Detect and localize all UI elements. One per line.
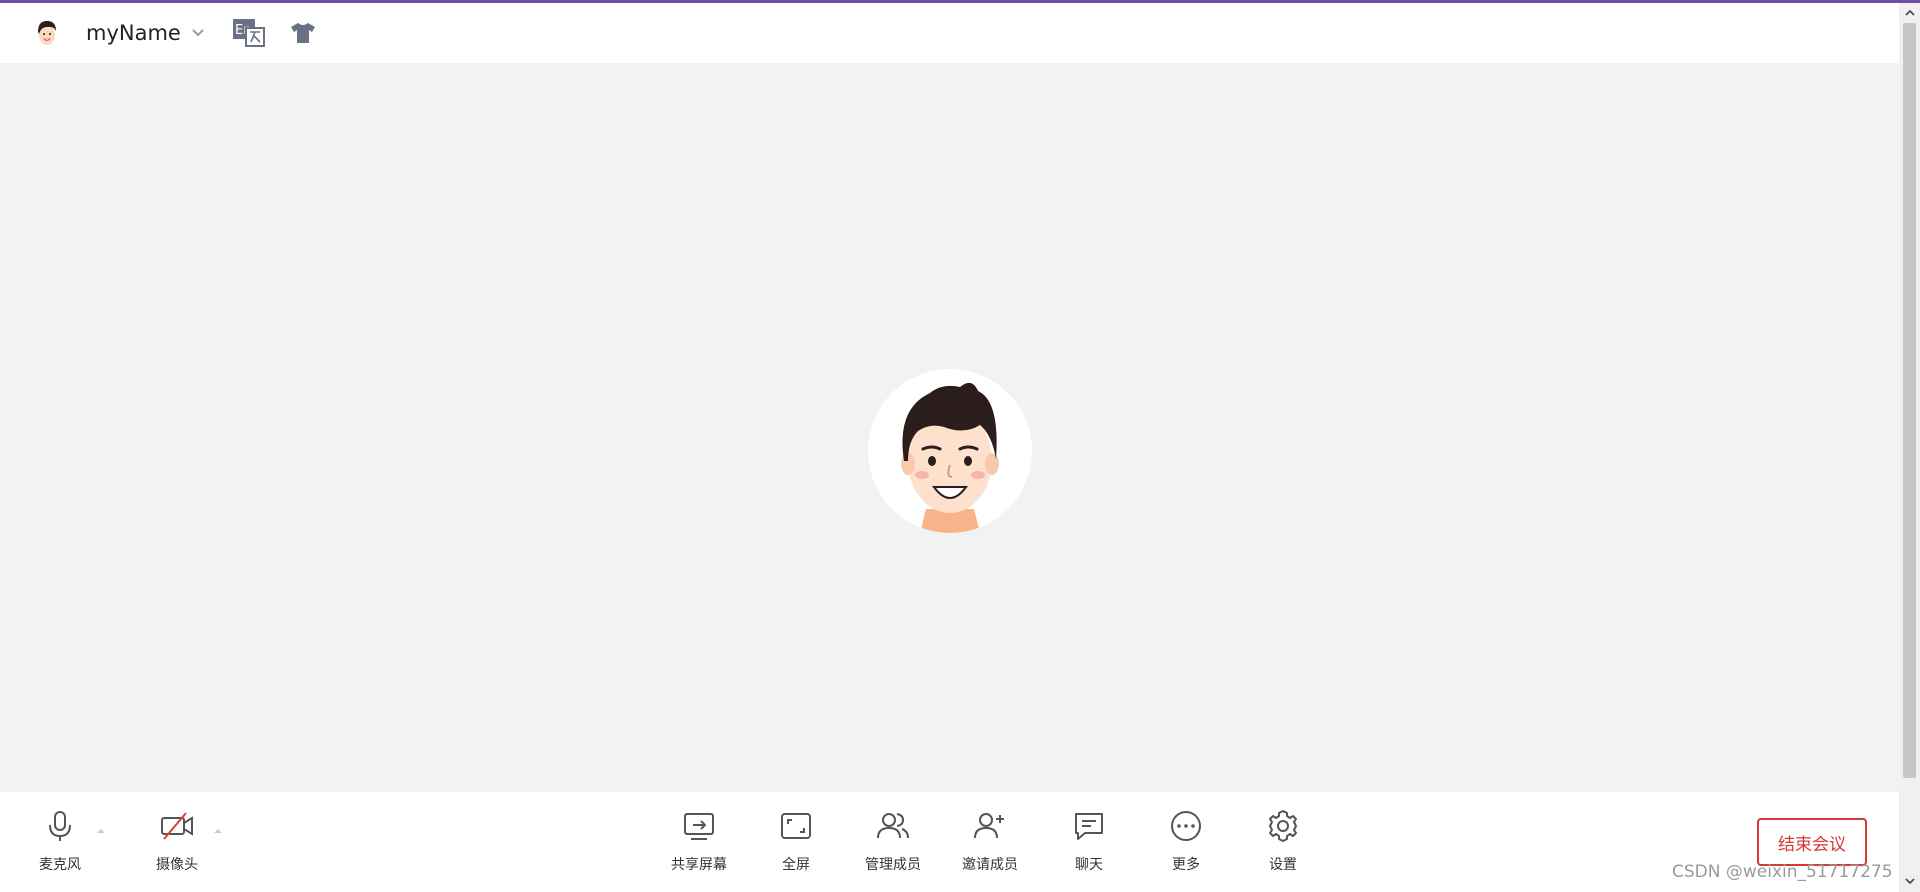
username-label: myName — [86, 21, 181, 45]
manage-members-button[interactable]: 管理成员 — [853, 808, 933, 874]
language-toggle[interactable]: En — [231, 15, 267, 51]
participant-avatar — [868, 369, 1032, 533]
camera-label: 摄像头 — [156, 857, 198, 873]
share-screen-label: 共享屏幕 — [671, 857, 727, 873]
camera-off-icon — [161, 812, 193, 840]
avatar-face-icon — [30, 16, 64, 50]
tshirt-icon — [290, 23, 315, 43]
settings-button[interactable]: 设置 — [1243, 808, 1323, 874]
invite-member-icon — [974, 813, 1004, 839]
manage-members-label: 管理成员 — [865, 857, 921, 873]
share-screen-button[interactable]: 共享屏幕 — [659, 808, 739, 874]
fullscreen-button[interactable]: 全屏 — [756, 808, 836, 874]
video-stage — [0, 63, 1899, 792]
scroll-up-button[interactable] — [1899, 5, 1920, 21]
header-bar: myName En — [0, 3, 1899, 63]
more-button[interactable]: 更多 — [1146, 808, 1226, 874]
scroll-down-button[interactable] — [1899, 873, 1920, 889]
vertical-scrollbar[interactable] — [1899, 3, 1920, 892]
invite-members-button[interactable]: 邀请成员 — [950, 808, 1030, 874]
scroll-thumb[interactable] — [1903, 23, 1916, 778]
user-avatar[interactable] — [30, 16, 64, 50]
camera-options-caret[interactable] — [213, 828, 223, 834]
microphone-label: 麦克风 — [39, 857, 81, 873]
chat-icon — [1075, 813, 1103, 840]
share-screen-icon — [684, 813, 714, 840]
avatar-face-icon — [868, 369, 1032, 533]
chat-label: 聊天 — [1075, 857, 1103, 873]
chevron-up-icon — [1904, 9, 1915, 16]
end-meeting-button[interactable]: 结束会议 — [1757, 818, 1867, 866]
chevron-down-icon — [192, 29, 204, 37]
microphone-button[interactable]: 麦克风 — [20, 808, 100, 874]
settings-icon — [1269, 810, 1297, 842]
more-label: 更多 — [1172, 857, 1200, 873]
chat-button[interactable]: 聊天 — [1049, 808, 1129, 874]
camera-button[interactable]: 摄像头 — [137, 808, 217, 874]
members-icon — [877, 813, 909, 839]
watermark-text: CSDN @weixin_51717275 — [1672, 862, 1893, 882]
meeting-toolbar: 麦克风 摄像头 共享屏幕 全屏 管理成员 邀请成员 聊天 更多 设置 结束会议 — [0, 792, 1899, 892]
more-icon — [1171, 811, 1201, 841]
chevron-down-icon — [1904, 878, 1915, 885]
invite-members-label: 邀请成员 — [962, 857, 1018, 873]
skin-theme-button[interactable] — [285, 15, 321, 51]
translate-icon: En — [232, 19, 265, 47]
fullscreen-label: 全屏 — [782, 857, 810, 873]
username-dropdown[interactable]: myName — [86, 21, 205, 45]
microphone-options-caret[interactable] — [96, 828, 106, 834]
settings-label: 设置 — [1269, 857, 1297, 873]
fullscreen-icon — [781, 813, 811, 839]
microphone-icon — [49, 811, 71, 841]
